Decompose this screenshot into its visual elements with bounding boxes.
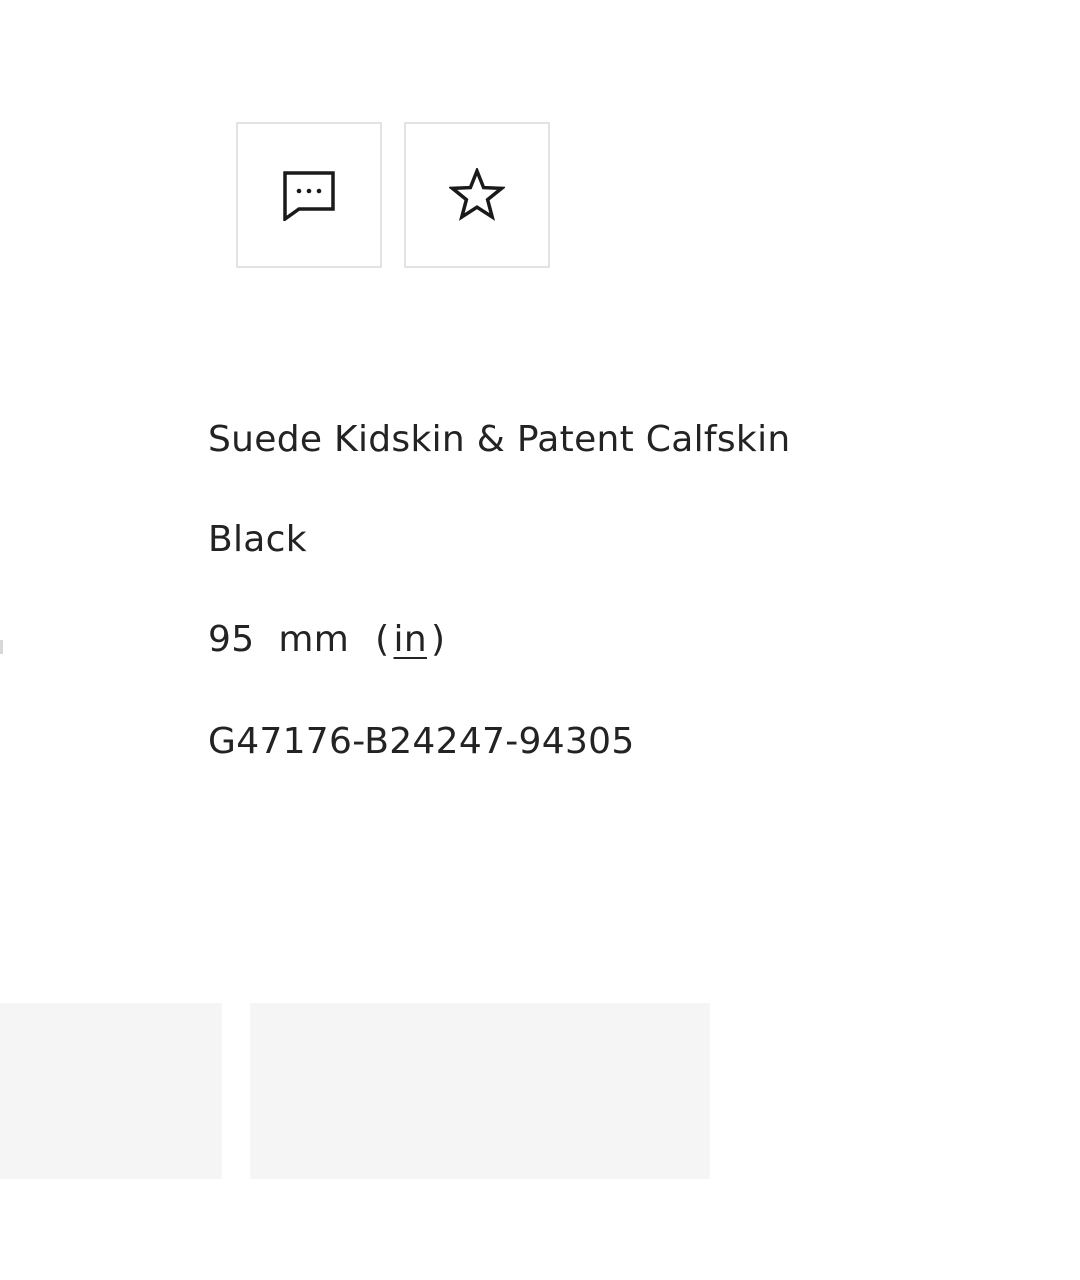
star-outline-icon xyxy=(449,168,505,221)
message-button[interactable] xyxy=(236,122,382,268)
unit-toggle: (in) xyxy=(375,619,445,660)
message-dots-icon xyxy=(283,171,335,221)
favorite-button[interactable] xyxy=(404,122,550,268)
product-heel-height: 95 mm (in) xyxy=(208,618,445,662)
product-color: Black xyxy=(208,519,307,560)
heel-height-unit: mm xyxy=(278,619,350,660)
paren-open: ( xyxy=(375,619,390,660)
product-material: Suede Kidskin & Patent Calfskin xyxy=(208,419,791,460)
heel-height-value: 95 xyxy=(208,619,255,660)
left-edge-indicator xyxy=(0,640,3,654)
product-thumbnail[interactable] xyxy=(250,1003,710,1179)
paren-close: ) xyxy=(430,619,446,660)
product-sku: G47176-B24247-94305 xyxy=(208,721,635,762)
product-thumbnail[interactable] xyxy=(0,1003,222,1179)
inches-unit-link[interactable]: in xyxy=(390,619,431,660)
